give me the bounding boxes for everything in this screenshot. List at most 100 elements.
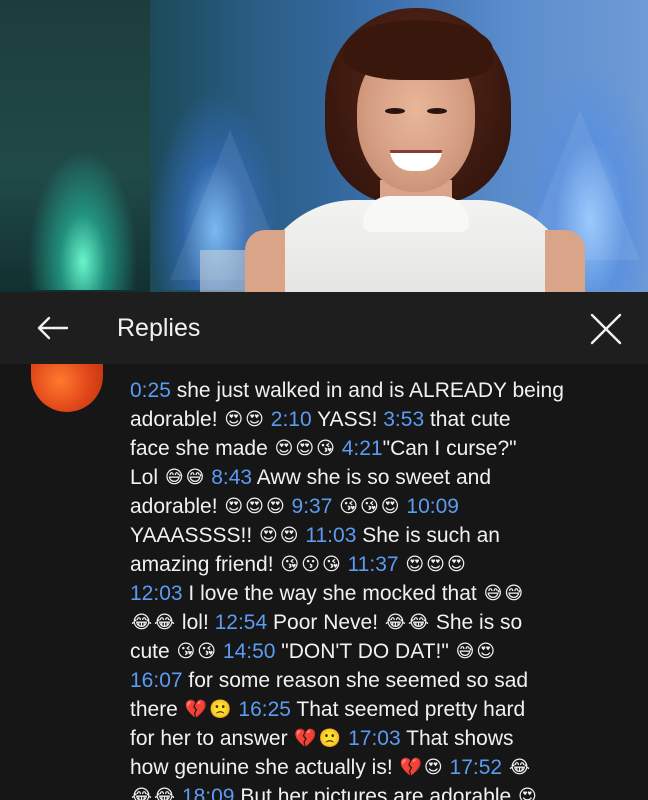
- comment-text-segment: face she made: [130, 437, 274, 460]
- comment-line: how genuine she actually is! 💔 😍 17:52 😂: [130, 753, 630, 782]
- comment-text-segment: cute: [130, 640, 176, 663]
- emoji-icon: 😘: [321, 554, 341, 574]
- emoji-icon: 😍: [265, 496, 285, 516]
- timestamp-link[interactable]: 12:03: [130, 582, 183, 605]
- timestamp-link[interactable]: 11:03: [305, 524, 356, 547]
- comment-text-segment: Lol: [130, 466, 164, 489]
- comment-text-segment: [332, 495, 338, 518]
- emoji-icon: 💔: [399, 757, 422, 777]
- emoji-icon: 😍: [279, 525, 299, 545]
- emoji-icon: 😂: [154, 786, 176, 800]
- emoji-icon: 😘: [316, 438, 335, 458]
- comment-text-segment: YASS!: [311, 408, 384, 431]
- avatar[interactable]: [31, 364, 103, 412]
- comment-text-segment: But her pictures are adorable: [234, 785, 517, 800]
- emoji-icon: 🙁: [209, 699, 232, 719]
- comment-text-segment: how genuine she actually is!: [130, 756, 399, 779]
- emoji-icon: 😅: [483, 583, 503, 603]
- comment-text-segment: "DON'T DO DAT!": [275, 640, 455, 663]
- timestamp-link[interactable]: 3:53: [383, 408, 424, 431]
- comment-text-segment: lol!: [176, 611, 215, 634]
- timestamp-link[interactable]: 2:10: [271, 408, 312, 431]
- comment-text-segment: for some reason she seemed so sad: [182, 669, 529, 692]
- emoji-icon: 😍: [295, 438, 315, 458]
- emoji-icon: 😍: [518, 786, 537, 800]
- collar: [363, 196, 469, 232]
- video-player[interactable]: [0, 0, 648, 292]
- comment-line: amazing friend! 😘 😗 😘 11:37 😍 😍 😍: [130, 550, 630, 579]
- timestamp-link[interactable]: 10:09: [406, 495, 459, 518]
- comment-text-segment: She is so: [430, 611, 523, 634]
- timestamp-link[interactable]: 14:50: [223, 640, 276, 663]
- comment-text-segment: She is such an: [356, 524, 500, 547]
- arrow-left-icon: [37, 316, 69, 340]
- comment-text-segment: Poor Neve!: [267, 611, 384, 634]
- emoji-icon: 😍: [476, 641, 496, 661]
- comment-line: for her to answer 💔 🙁 17:03 That shows: [130, 724, 630, 753]
- replies-header: Replies: [0, 292, 648, 364]
- green-light: [28, 150, 138, 290]
- emoji-icon: 😂: [384, 612, 406, 632]
- emoji-icon: 😍: [259, 525, 278, 545]
- emoji-icon: 😍: [245, 496, 264, 516]
- emoji-icon: 😂: [407, 612, 429, 632]
- emoji-icon: 😅: [504, 583, 524, 603]
- comment-line: 16:07 for some reason she seemed so sad: [130, 666, 630, 695]
- comment-line: there 💔 🙁 16:25 That seemed pretty hard: [130, 695, 630, 724]
- comment-text-segment: YAAASSSS!!: [130, 524, 258, 547]
- timestamp-link[interactable]: 16:07: [130, 669, 183, 692]
- emoji-icon: 💔: [294, 728, 317, 748]
- comment-line: 😂 😂 lol! 12:54 Poor Neve! 😂 😂 She is so: [130, 608, 630, 637]
- comment-line: face she made 😍 😍 😘 4:21"Can I curse?": [130, 434, 630, 463]
- back-button[interactable]: [30, 310, 74, 346]
- bangs: [343, 20, 493, 80]
- timestamp-link[interactable]: 16:25: [238, 698, 291, 721]
- emoji-icon: 😅: [164, 467, 184, 487]
- comment-text-segment: "Can I curse?": [382, 437, 517, 460]
- comment-thread[interactable]: 0:25 she just walked in and is ALREADY b…: [0, 364, 648, 800]
- emoji-icon: 😂: [131, 786, 153, 800]
- comment-line: YAAASSSS!! 😍 😍 11:03 She is such an: [130, 521, 630, 550]
- comment-text-segment: adorable!: [130, 408, 224, 431]
- timestamp-link[interactable]: 4:21: [342, 437, 383, 460]
- comment-line: adorable! 😍 😍 😍 9:37 😘 😘 😍 10:09: [130, 492, 630, 521]
- timestamp-link[interactable]: 9:37: [292, 495, 333, 518]
- emoji-icon: 😍: [224, 409, 244, 429]
- comment-text-segment: amazing friend!: [130, 553, 280, 576]
- close-icon: [590, 313, 622, 345]
- timestamp-link[interactable]: 0:25: [130, 379, 171, 402]
- emoji-icon: 😍: [446, 554, 466, 574]
- timestamp-link[interactable]: 18:09: [182, 785, 235, 800]
- emoji-icon: 😘: [360, 496, 379, 516]
- comment-line: 0:25 she just walked in and is ALREADY b…: [130, 376, 630, 405]
- timestamp-link[interactable]: 17:52: [450, 756, 503, 779]
- comment-text-segment: that cute: [424, 408, 511, 431]
- comment-line: 😂 😂 18:09 But her pictures are adorable 😍: [130, 782, 630, 800]
- emoji-icon: 😅: [455, 641, 475, 661]
- comment-line: 12:03 I love the way she mocked that 😅 😅: [130, 579, 630, 608]
- close-button[interactable]: [584, 309, 628, 349]
- emoji-icon: 😘: [280, 554, 300, 574]
- eye: [427, 108, 447, 114]
- emoji-icon: 😍: [380, 496, 400, 516]
- comment-line: Lol 😅 😅 8:43 Aww she is so sweet and: [130, 463, 630, 492]
- emoji-icon: 😍: [426, 554, 445, 574]
- timestamp-link[interactable]: 12:54: [215, 611, 268, 634]
- arm: [545, 230, 585, 292]
- comment-text-segment: for her to answer: [130, 727, 294, 750]
- emoji-icon: 😍: [405, 554, 425, 574]
- eye: [385, 108, 405, 114]
- emoji-icon: 😘: [339, 496, 359, 516]
- comment-text-segment: there: [130, 698, 184, 721]
- emoji-icon: 💔: [184, 699, 208, 719]
- emoji-icon: 😍: [274, 438, 294, 458]
- timestamp-link[interactable]: 8:43: [211, 466, 252, 489]
- comment-text-segment: That shows: [400, 727, 514, 750]
- emoji-icon: 😍: [224, 496, 244, 516]
- comment-text-segment: she just walked in and is ALREADY being: [170, 379, 564, 402]
- timestamp-link[interactable]: 11:37: [348, 553, 399, 576]
- emoji-icon: 🙁: [318, 728, 342, 748]
- video-subject: [245, 0, 585, 292]
- timestamp-link[interactable]: 17:03: [348, 727, 401, 750]
- comment-line: cute 😘 😘 14:50 "DON'T DO DAT!" 😅 😍: [130, 637, 630, 666]
